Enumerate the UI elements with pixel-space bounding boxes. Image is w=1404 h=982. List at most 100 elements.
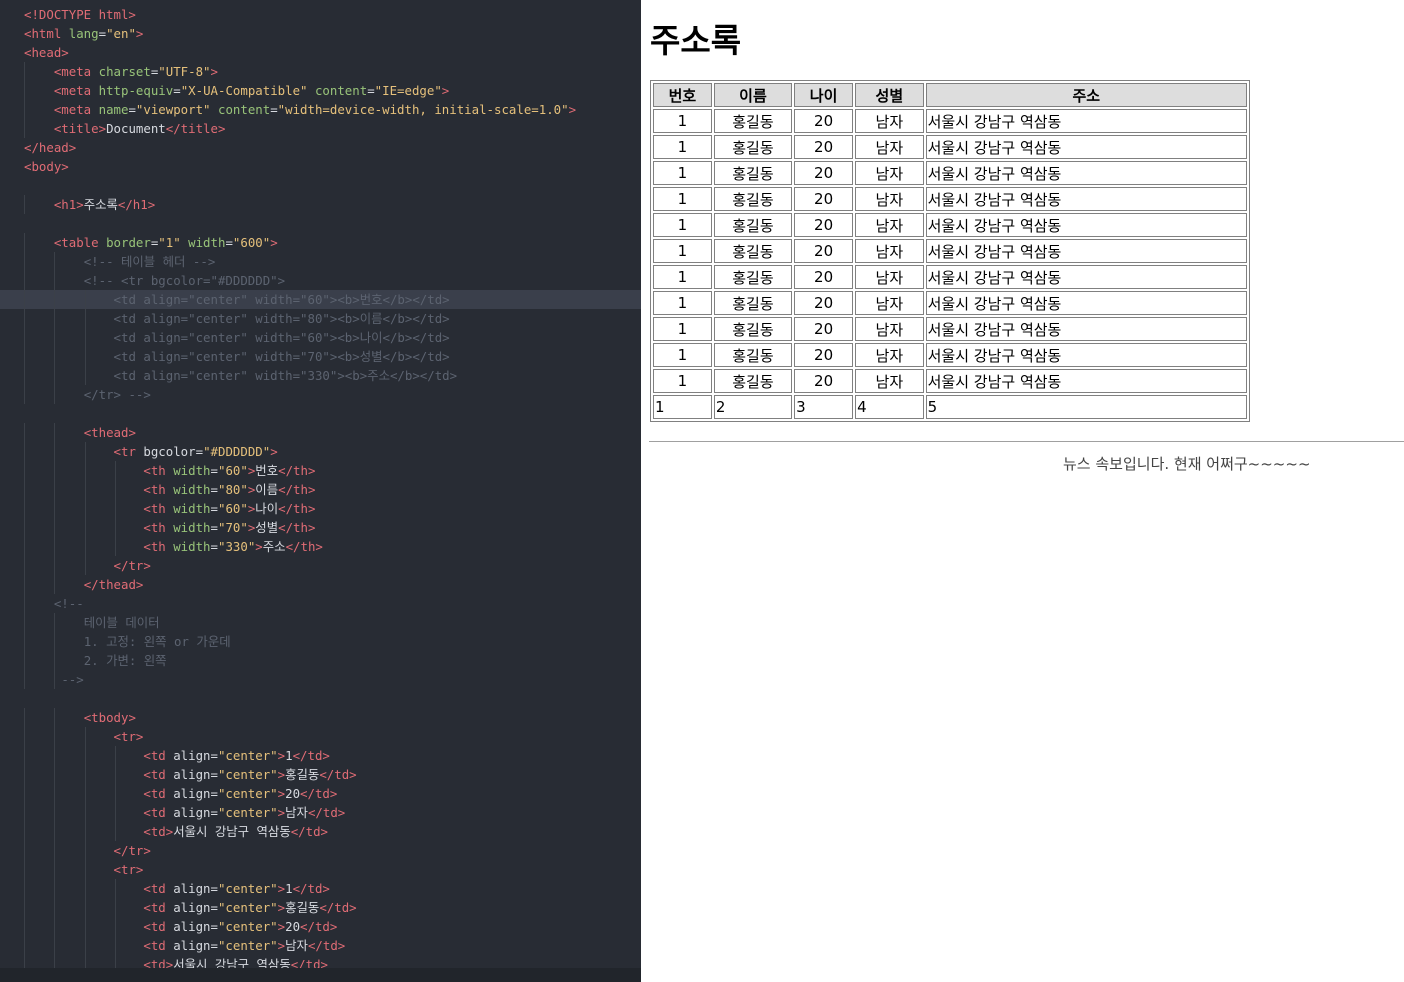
- code-line[interactable]: [0, 214, 641, 233]
- code-line[interactable]: 테이블 데이터: [0, 613, 641, 632]
- code-line[interactable]: [0, 176, 641, 195]
- cell-gender: 남자: [855, 265, 924, 289]
- code-line[interactable]: <td align="center" width="60"><b>나이</b><…: [0, 328, 641, 347]
- cell-age: 20: [794, 161, 854, 185]
- code-text: <table border="1" width="600">: [24, 233, 278, 252]
- code-token: <head>: [24, 45, 69, 60]
- code-token: </th>: [278, 463, 316, 478]
- code-line[interactable]: <h1>주소록</h1>: [0, 195, 641, 214]
- cell-address: 서울시 강남구 역삼동: [925, 369, 1247, 393]
- code-text: <td align="center">1</td>: [24, 879, 330, 898]
- code-line[interactable]: <td align="center" width="80"><b>이름</b><…: [0, 309, 641, 328]
- code-line[interactable]: </tr>: [0, 841, 641, 860]
- code-line[interactable]: <td align="center">20</td>: [0, 917, 641, 936]
- code-text: <title>Document</title>: [24, 119, 226, 138]
- code-line[interactable]: <tr>: [0, 727, 641, 746]
- code-line[interactable]: <th width="330">주소</th>: [0, 537, 641, 556]
- code-token: <th: [143, 520, 174, 535]
- code-token: 남자: [285, 805, 308, 820]
- code-line[interactable]: <!-- <tr bgcolor="#DDDDDD">: [0, 271, 641, 290]
- code-line[interactable]: <th width="60">나이</th>: [0, 499, 641, 518]
- code-line[interactable]: <meta charset="UTF-8">: [0, 62, 641, 81]
- code-token: </tr> -->: [83, 387, 151, 402]
- code-token: "center": [217, 748, 278, 763]
- cell-age: 20: [794, 369, 854, 393]
- code-text: <th width="70">성별</th>: [24, 518, 315, 537]
- code-line[interactable]: <!DOCTYPE html>: [0, 5, 641, 24]
- code-token: align=: [173, 938, 218, 953]
- code-line[interactable]: <td align="center">남자</td>: [0, 803, 641, 822]
- code-line[interactable]: </tr> -->: [0, 385, 641, 404]
- code-line[interactable]: <meta name="viewport" content="width=dev…: [0, 100, 641, 119]
- code-line[interactable]: <body>: [0, 157, 641, 176]
- code-line[interactable]: <th width="80">이름</th>: [0, 480, 641, 499]
- table-row: 1 홍길동 20 남자 서울시 강남구 역삼동: [653, 317, 1247, 341]
- code-line[interactable]: <th width="70">성별</th>: [0, 518, 641, 537]
- code-line[interactable]: <!-- 테이블 헤더 -->: [0, 252, 641, 271]
- code-token: 홍길동: [285, 900, 320, 915]
- code-line[interactable]: <table border="1" width="600">: [0, 233, 641, 252]
- code-text: </tr>: [24, 841, 151, 860]
- horizontal-rule: [649, 441, 1404, 442]
- code-token: 번호: [255, 463, 279, 478]
- footer-cell: 5: [925, 395, 1247, 419]
- code-line[interactable]: </tr>: [0, 556, 641, 575]
- code-token: width: [173, 539, 211, 554]
- code-line[interactable]: </head>: [0, 138, 641, 157]
- code-token: <td align="center" width="70"><b>성별</b><…: [113, 349, 450, 364]
- code-token: </title>: [165, 121, 226, 136]
- code-token: Document: [106, 121, 166, 136]
- code-line[interactable]: <!--: [0, 594, 641, 613]
- cell-number: 1: [653, 135, 712, 159]
- code-line[interactable]: <thead>: [0, 423, 641, 442]
- code-line[interactable]: <td align="center">남자</td>: [0, 936, 641, 955]
- code-line[interactable]: <td align="center">홍길동</td>: [0, 765, 641, 784]
- cell-gender: 남자: [855, 343, 924, 367]
- code-line[interactable]: -->: [0, 670, 641, 689]
- code-line[interactable]: <td>서울시 강남구 역삼동</td>: [0, 822, 641, 841]
- code-token: =: [98, 26, 107, 41]
- code-token: </td>: [292, 881, 330, 896]
- code-text: <body>: [24, 157, 69, 176]
- cell-name: 홍길동: [713, 343, 793, 367]
- code-line[interactable]: [0, 689, 641, 708]
- code-line[interactable]: <td align="center">1</td>: [0, 879, 641, 898]
- code-line[interactable]: <tbody>: [0, 708, 641, 727]
- code-line[interactable]: [0, 404, 641, 423]
- code-line[interactable]: <tr>: [0, 860, 641, 879]
- cell-number: 1: [653, 291, 712, 315]
- editor-horizontal-scrollbar[interactable]: [0, 968, 641, 982]
- code-token: <meta: [53, 64, 99, 79]
- table-row: 1 홍길동 20 남자 서울시 강남구 역삼동: [653, 265, 1247, 289]
- cell-address: 서울시 강남구 역삼동: [925, 213, 1247, 237]
- code-line[interactable]: <html lang="en">: [0, 24, 641, 43]
- code-line[interactable]: <td align="center" width="70"><b>성별</b><…: [0, 347, 641, 366]
- code-line[interactable]: <td align="center">홍길동</td>: [0, 898, 641, 917]
- code-line[interactable]: 1. 고정: 왼쪽 or 가운데: [0, 632, 641, 651]
- code-editor-pane[interactable]: <!DOCTYPE html> <html lang="en"> <head> <m…: [0, 0, 641, 982]
- code-line[interactable]: <th width="60">번호</th>: [0, 461, 641, 480]
- code-token: lang: [68, 26, 99, 41]
- code-line[interactable]: <head>: [0, 43, 641, 62]
- code-token: http-equiv: [98, 83, 174, 98]
- code-text: </tr> -->: [24, 385, 151, 404]
- cell-name: 홍길동: [713, 109, 793, 133]
- cell-number: 1: [653, 109, 712, 133]
- code-token: "60": [217, 501, 248, 516]
- code-line[interactable]: <td align="center" width="60"><b>번호</b><…: [0, 290, 641, 309]
- code-line[interactable]: <td align="center" width="330"><b>주소</b>…: [0, 366, 641, 385]
- code-line[interactable]: 2. 가변: 왼쪽: [0, 651, 641, 670]
- code-line[interactable]: <td align="center">20</td>: [0, 784, 641, 803]
- code-line[interactable]: <meta http-equiv="X-UA-Compatible" conte…: [0, 81, 641, 100]
- code-token: >: [270, 444, 278, 459]
- code-line[interactable]: <title>Document</title>: [0, 119, 641, 138]
- code-line[interactable]: <tr bgcolor="#DDDDDD">: [0, 442, 641, 461]
- code-line[interactable]: </thead>: [0, 575, 641, 594]
- code-line[interactable]: <td align="center">1</td>: [0, 746, 641, 765]
- code-token: content: [314, 83, 368, 98]
